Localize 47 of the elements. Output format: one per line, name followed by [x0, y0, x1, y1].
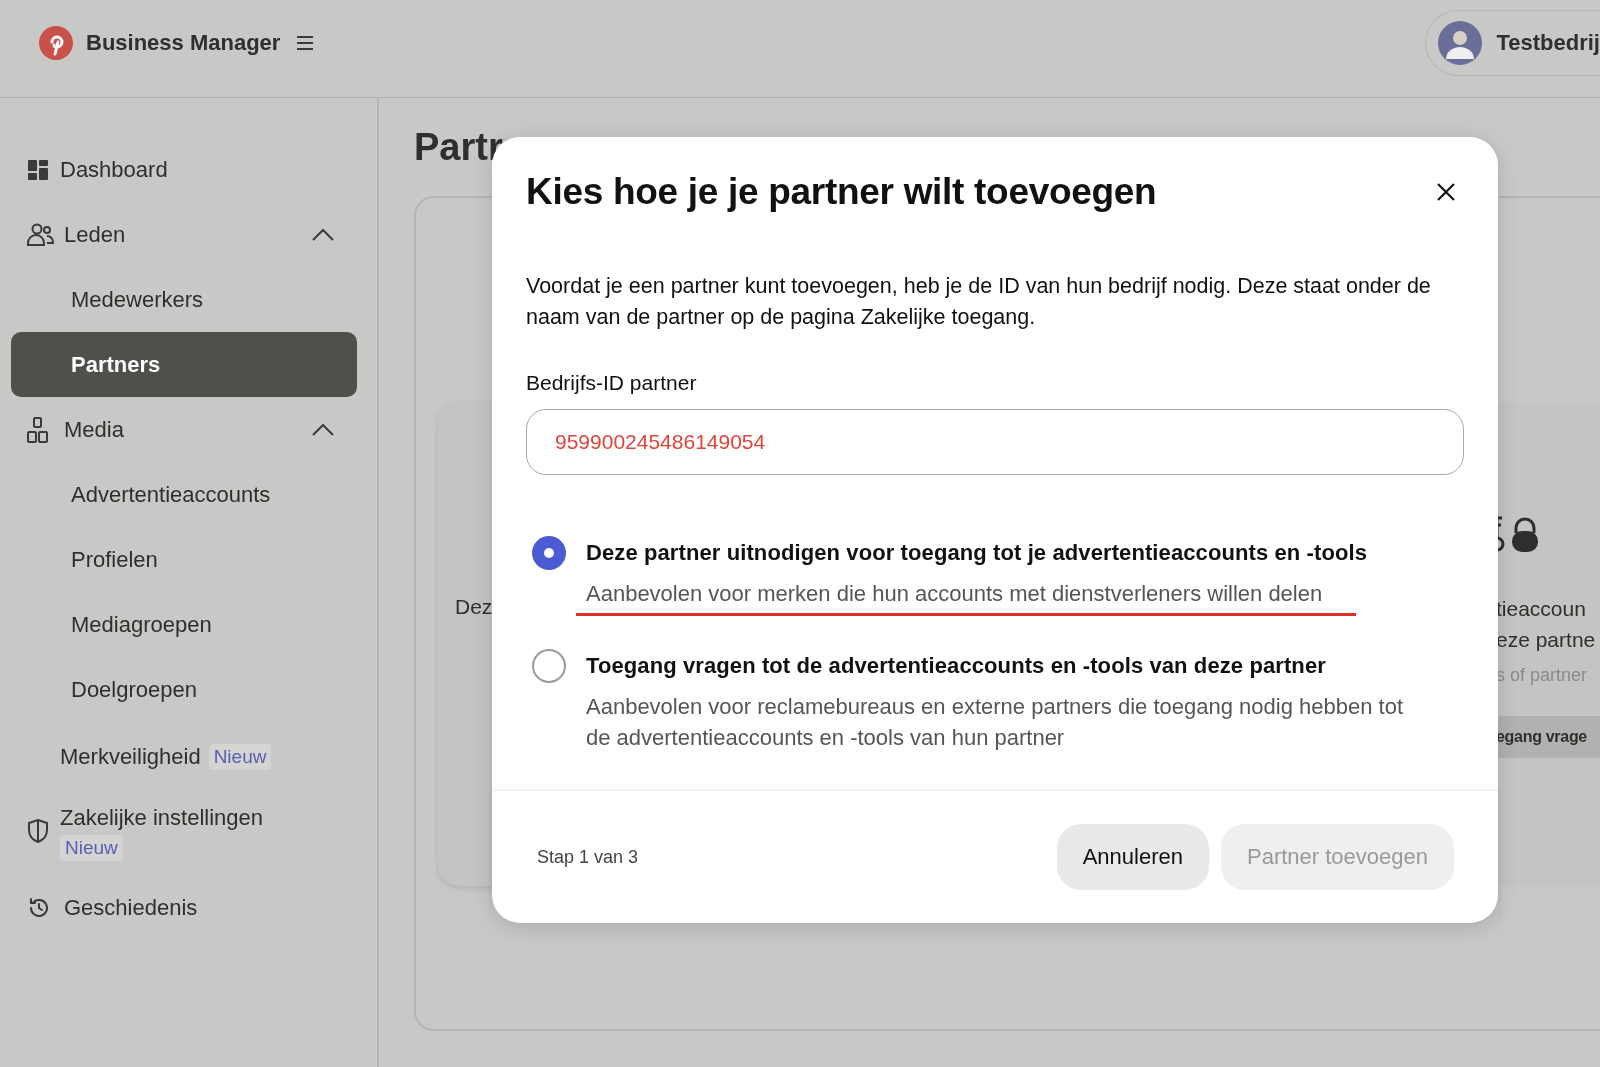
new-badge: Nieuw	[208, 743, 272, 770]
page-title: Partr	[414, 126, 503, 168]
sidebar-label: Geschiedenis	[64, 894, 198, 921]
history-icon	[27, 895, 51, 920]
sidebar-item[interactable]: Dashboard	[0, 137, 377, 202]
sidebar-label: Leden	[64, 221, 126, 248]
dashboard-icon	[27, 158, 49, 181]
sidebar-item[interactable]: Merkveiligheid Nieuw	[0, 722, 377, 787]
new-badge: Nieuw	[60, 835, 123, 861]
sidebar-subitem[interactable]: Medewerkers	[11, 267, 357, 332]
option-description: Aanbevolen voor reclamebureaus en externe partners die toegang nodig hebben tot de advertentieaccounts en -tools van hun partner	[586, 693, 1405, 752]
sidebar-item[interactable]: Leden	[0, 202, 377, 267]
cancel-button[interactable]: Annuleren	[1056, 824, 1209, 890]
option-description: Aanbevolen voor merken die hun accounts met dienstverleners willen delen	[586, 580, 1324, 608]
sidebar-item[interactable]: Geschiedenis	[0, 875, 377, 940]
sidebar-subitem[interactable]: Mediagroepen	[11, 592, 357, 657]
people-icon	[27, 222, 55, 247]
sidebar-label: Merkveiligheid	[60, 743, 201, 770]
card-text: eze partne	[1496, 627, 1597, 653]
card-text: tieaccoun	[1496, 596, 1587, 622]
sidebar-label: Media	[64, 416, 124, 443]
sidebar-label: Dashboard	[60, 156, 168, 183]
chevron-icon[interactable]	[312, 228, 334, 241]
field-label: Bedrijfs-ID partner	[526, 371, 698, 395]
sidebar-item[interactable]: Media	[0, 397, 377, 462]
sidebar-subitem[interactable]: Advertentieaccounts	[11, 462, 357, 527]
radio-button[interactable]	[532, 649, 566, 683]
dialog-title: Kies hoe je je partner wilt toevoegen	[526, 171, 1157, 213]
sidebar-subitem[interactable]: Doelgroepen	[11, 657, 357, 722]
app-title: Business Manager	[86, 29, 281, 56]
sidebar-item[interactable]: Zakelijke instellingen Nieuw	[0, 787, 377, 875]
radio-button[interactable]	[532, 536, 566, 570]
menu-icon[interactable]	[296, 35, 315, 50]
sidebar-subitem[interactable]: Partners	[11, 332, 357, 397]
dialog-description: Voordat je een partner kunt toevoegen, heb je de ID van hun bedrijf nodig. Deze staat onder de naam van de partner op de pagina Zakelijke toegang.	[526, 273, 1431, 331]
shield-icon	[27, 819, 49, 843]
sidebar-label: Zakelijke instellingen	[60, 805, 263, 831]
sidebar-subitem[interactable]: Profielen	[11, 527, 357, 592]
card-text: Dez	[455, 595, 493, 619]
logo-icon[interactable]	[38, 24, 74, 61]
company-id-field[interactable]: 959900245486149054	[526, 409, 1464, 475]
media-icon	[27, 416, 49, 443]
step-indicator: Stap 1 van 3	[537, 846, 640, 868]
option-title: Deze partner uitnodigen voor toegang tot je advertentieaccounts en -tools	[586, 539, 1368, 567]
avatar-icon	[1438, 20, 1483, 65]
chevron-icon[interactable]	[312, 423, 334, 436]
option-title: Toegang vragen tot de advertentieaccounts en -tools van deze partner	[586, 652, 1327, 680]
